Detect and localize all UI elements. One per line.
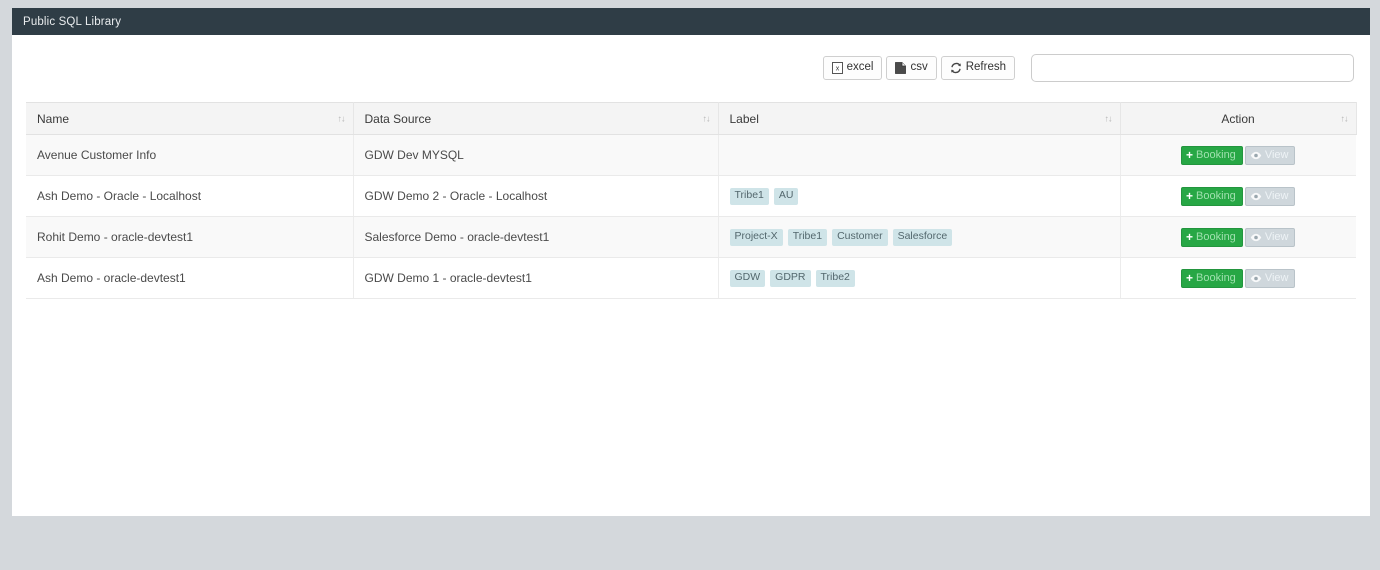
sql-library-table: Name ↑↓ Data Source ↑↓ Label ↑↓ Action ↑… — [26, 102, 1357, 299]
cell-data-source: GDW Demo 1 - oracle-devtest1 — [353, 257, 719, 299]
export-button-group: x excel csv Refresh — [822, 56, 1015, 80]
booking-button-label: Booking — [1196, 230, 1236, 243]
table-row: Avenue Customer Info GDW Dev MYSQL + Bookin… — [26, 134, 1356, 176]
plus-icon: + — [1186, 271, 1194, 285]
booking-button-label: Booking — [1196, 148, 1236, 161]
page-title: Public SQL Library — [23, 15, 122, 28]
table-head: Name ↑↓ Data Source ↑↓ Label ↑↓ Action ↑… — [26, 102, 1357, 135]
action-button-group: + Booking View — [1181, 227, 1296, 247]
view-button-label: View — [1264, 189, 1289, 202]
cell-labels: GDW GDPR Tribe2 — [718, 257, 1121, 299]
cell-name: Ash Demo - oracle-devtest1 — [26, 257, 354, 299]
view-button[interactable]: View — [1244, 186, 1296, 206]
refresh-label: Refresh — [965, 61, 1006, 74]
action-button-group: + Booking View — [1181, 268, 1296, 288]
sort-updown-icon[interactable]: ↑↓ — [338, 114, 346, 123]
label-tag: GDPR — [770, 270, 811, 287]
eye-icon — [1250, 151, 1262, 160]
public-sql-library-panel: Public SQL Library x excel csv Refresh N… — [12, 8, 1370, 516]
table-header-row: Name ↑↓ Data Source ↑↓ Label ↑↓ Action ↑… — [26, 102, 1357, 135]
sort-updown-icon[interactable]: ↑↓ — [703, 114, 711, 123]
cell-action: + Booking View — [1120, 216, 1356, 258]
view-button[interactable]: View — [1244, 227, 1296, 247]
excel-export-button[interactable]: x excel — [822, 56, 883, 80]
view-button[interactable]: View — [1244, 268, 1296, 288]
eye-icon — [1250, 192, 1262, 201]
column-header-data-source-label: Data Source — [364, 111, 432, 126]
csv-export-button[interactable]: csv — [886, 56, 937, 80]
cell-action: + Booking View — [1120, 175, 1356, 217]
refresh-button[interactable]: Refresh — [940, 56, 1015, 80]
booking-button[interactable]: + Booking — [1181, 227, 1243, 247]
label-tag: Tribe1 — [787, 229, 828, 246]
view-button-label: View — [1264, 271, 1289, 284]
cell-action: + Booking View — [1120, 134, 1356, 176]
label-tag: Customer — [832, 229, 888, 246]
file-excel-icon: x — [831, 62, 843, 74]
cell-labels: Tribe1 AU — [718, 175, 1121, 217]
cell-data-source: GDW Dev MYSQL — [353, 134, 719, 176]
booking-button[interactable]: + Booking — [1181, 145, 1243, 165]
panel-header: Public SQL Library — [12, 8, 1370, 35]
label-tag: Tribe1 — [729, 188, 769, 205]
label-tag: Salesforce — [892, 229, 953, 246]
booking-button[interactable]: + Booking — [1181, 268, 1243, 288]
cell-name: Rohit Demo - oracle-devtest1 — [26, 216, 354, 258]
refresh-icon — [950, 62, 962, 74]
cell-data-source: GDW Demo 2 - Oracle - Localhost — [353, 175, 719, 217]
cell-name: Avenue Customer Info — [26, 134, 354, 176]
view-button-label: View — [1264, 148, 1289, 161]
column-header-data-source[interactable]: Data Source ↑↓ — [353, 102, 719, 135]
eye-icon — [1250, 233, 1262, 242]
plus-icon: + — [1186, 189, 1194, 203]
search-field-wrapper — [1031, 54, 1354, 82]
label-tag: Tribe2 — [815, 270, 855, 287]
svg-text:x: x — [835, 66, 839, 73]
excel-export-label: excel — [846, 61, 874, 74]
column-header-name[interactable]: Name ↑↓ — [26, 102, 354, 135]
plus-icon: + — [1186, 230, 1194, 244]
plus-icon: + — [1186, 148, 1194, 162]
view-button[interactable]: View — [1244, 145, 1296, 165]
booking-button-label: Booking — [1196, 271, 1236, 284]
column-header-label[interactable]: Label ↑↓ — [718, 102, 1121, 135]
column-header-name-label: Name — [37, 111, 70, 126]
sort-updown-icon[interactable]: ↑↓ — [1105, 114, 1113, 123]
panel-body: x excel csv Refresh Name ↑↓ Data Source … — [12, 35, 1370, 516]
search-input[interactable] — [1031, 54, 1354, 82]
booking-button[interactable]: + Booking — [1181, 186, 1243, 206]
table-body: Avenue Customer Info GDW Dev MYSQL + Bookin… — [26, 134, 1356, 299]
cell-labels: Project-X Tribe1 Customer Salesforce — [718, 216, 1121, 258]
column-header-label-label: Label — [729, 111, 759, 126]
file-csv-icon — [895, 62, 907, 74]
table-row: Rohit Demo - oracle-devtest1 Salesforce D… — [26, 216, 1356, 258]
column-header-action[interactable]: Action ↑↓ — [1120, 102, 1357, 135]
sort-updown-icon[interactable]: ↑↓ — [1341, 114, 1349, 123]
label-tag: GDW — [729, 270, 766, 287]
sql-library-table-wrapper: Name ↑↓ Data Source ↑↓ Label ↑↓ Action ↑… — [26, 102, 1357, 299]
action-button-group: + Booking View — [1181, 145, 1296, 165]
table-row: Ash Demo - oracle-devtest1 GDW Demo 1 - o… — [26, 257, 1356, 299]
cell-data-source: Salesforce Demo - oracle-devtest1 — [353, 216, 719, 258]
label-tag: Project-X — [729, 229, 783, 246]
label-tag: AU — [773, 188, 799, 205]
eye-icon — [1250, 274, 1262, 283]
booking-button-label: Booking — [1196, 189, 1236, 202]
view-button-label: View — [1264, 230, 1289, 243]
csv-export-label: csv — [910, 61, 928, 74]
action-button-group: + Booking View — [1181, 186, 1296, 206]
table-toolbar: x excel csv Refresh — [822, 54, 1354, 82]
cell-labels — [718, 134, 1121, 176]
table-row: Ash Demo - Oracle - Localhost GDW Demo 2 … — [26, 175, 1356, 217]
cell-name: Ash Demo - Oracle - Localhost — [26, 175, 354, 217]
page-root: Public SQL Library x excel csv Refresh N… — [0, 0, 1380, 570]
column-header-action-label: Action — [1221, 111, 1255, 126]
cell-action: + Booking View — [1120, 257, 1356, 299]
